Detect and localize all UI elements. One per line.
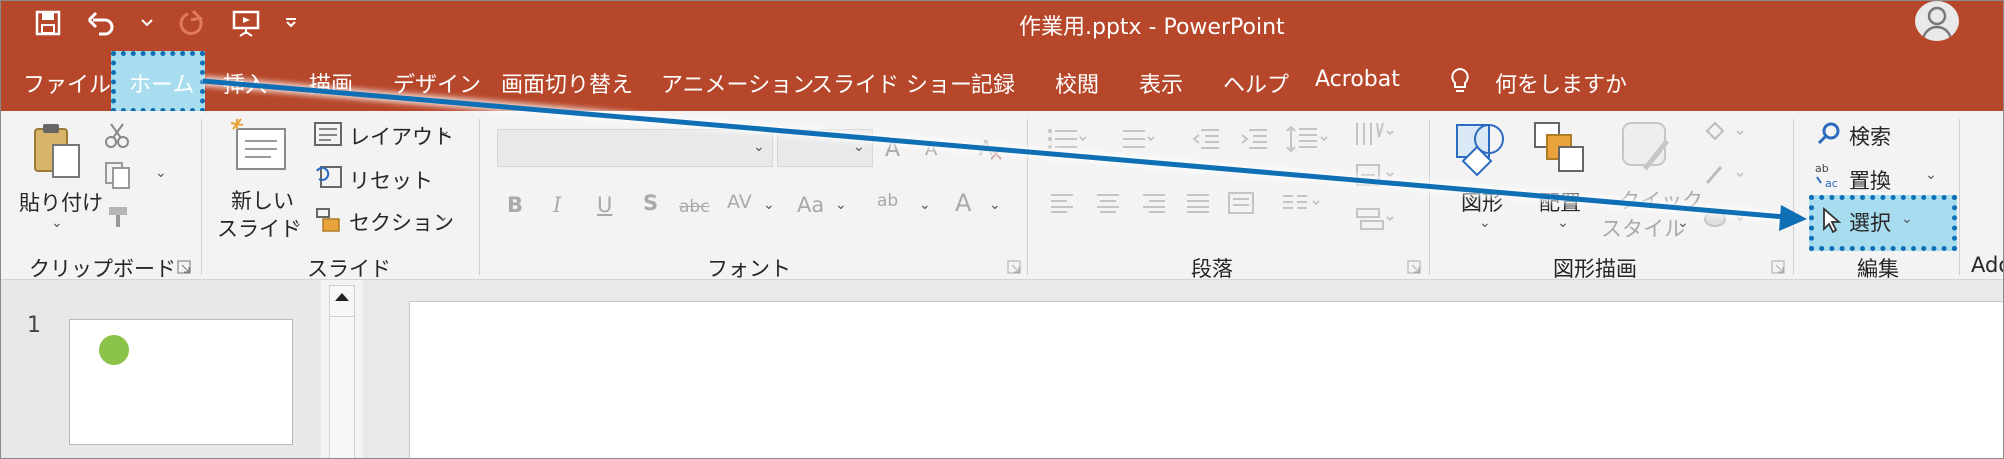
powerpoint-window: 作業用.pptx - PowerPoint ファイル 挿入 描画 デザイン 画面… (0, 0, 2004, 459)
annotation-arrow (202, 76, 1807, 231)
